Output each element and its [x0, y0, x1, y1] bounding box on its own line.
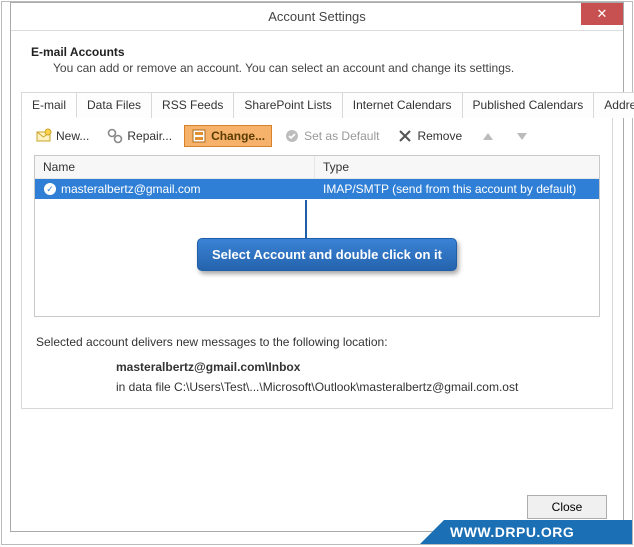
toolbar: New... Repair... Change... [22, 117, 612, 153]
tab-data-files[interactable]: Data Files [76, 92, 152, 118]
dialog-footer: Close [527, 495, 607, 519]
delivery-location-main: masteralbertz@gmail.com\Inbox [116, 357, 598, 377]
change-button-label: Change... [211, 129, 265, 143]
tab-sharepoint-lists[interactable]: SharePoint Lists [233, 92, 342, 118]
repair-button[interactable]: Repair... [101, 126, 178, 146]
email-panel: New... Repair... Change... [21, 117, 613, 409]
change-button[interactable]: Change... [184, 125, 272, 147]
list-header: Name Type [35, 156, 599, 179]
tab-email[interactable]: E-mail [21, 92, 77, 118]
delivery-location-detail: in data file C:\Users\Test\...\Microsoft… [116, 377, 598, 397]
accounts-list[interactable]: Name Type ✓ masteralbertz@gmail.com IMAP… [34, 155, 600, 317]
new-button[interactable]: New... [30, 126, 95, 146]
tab-strip: E-mail Data Files RSS Feeds SharePoint L… [21, 92, 613, 118]
check-circle-icon [284, 128, 300, 144]
set-default-label: Set as Default [304, 129, 379, 143]
set-default-button: Set as Default [278, 126, 385, 146]
info-panel: E-mail Accounts You can add or remove an… [11, 31, 623, 91]
arrow-down-icon [514, 128, 530, 144]
repair-icon [107, 128, 123, 144]
move-down-button [508, 126, 536, 146]
tab-published-calendars[interactable]: Published Calendars [462, 92, 595, 118]
change-icon [191, 128, 207, 144]
move-up-button [474, 126, 502, 146]
close-icon: ✕ [597, 6, 608, 22]
remove-button-label: Remove [417, 129, 462, 143]
watermark: WWW.DRPU.ORG [420, 520, 632, 544]
watermark-text: WWW.DRPU.ORG [444, 520, 632, 544]
account-settings-dialog: Account Settings ✕ E-mail Accounts You c… [10, 2, 624, 532]
tab-internet-calendars[interactable]: Internet Calendars [342, 92, 463, 118]
new-mail-icon [36, 128, 52, 144]
close-button[interactable]: Close [527, 495, 607, 519]
window-close-button[interactable]: ✕ [581, 3, 623, 25]
account-row[interactable]: ✓ masteralbertz@gmail.com IMAP/SMTP (sen… [35, 179, 599, 199]
delivery-info: Selected account delivers new messages t… [36, 335, 598, 398]
delivery-intro: Selected account delivers new messages t… [36, 335, 598, 349]
tab-rss-feeds[interactable]: RSS Feeds [151, 92, 234, 118]
titlebar: Account Settings ✕ [11, 3, 623, 31]
info-title: E-mail Accounts [31, 45, 603, 59]
remove-button[interactable]: Remove [391, 126, 468, 146]
repair-button-label: Repair... [127, 129, 172, 143]
callout-connector [305, 200, 307, 240]
default-account-icon: ✓ [43, 182, 57, 196]
new-button-label: New... [56, 129, 89, 143]
instruction-callout: Select Account and double click on it [197, 238, 457, 271]
column-type[interactable]: Type [315, 156, 599, 178]
account-name: masteralbertz@gmail.com [61, 182, 201, 196]
account-type: IMAP/SMTP (send from this account by def… [315, 179, 599, 199]
column-name[interactable]: Name [35, 156, 315, 178]
remove-x-icon [397, 128, 413, 144]
window-title: Account Settings [268, 9, 366, 24]
info-description: You can add or remove an account. You ca… [53, 61, 603, 75]
tab-address-books[interactable]: Address Books [593, 92, 634, 118]
arrow-up-icon [480, 128, 496, 144]
